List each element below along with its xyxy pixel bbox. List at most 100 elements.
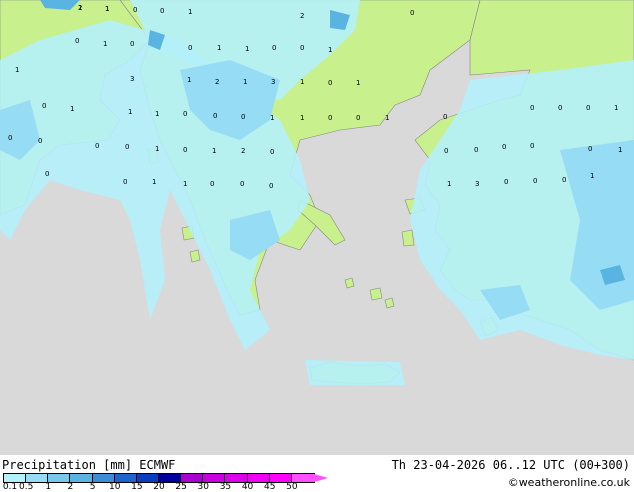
legend-swatch xyxy=(47,473,72,483)
legend-swatch xyxy=(180,473,205,483)
map-value-label: 1 xyxy=(300,78,304,86)
legend-tick-label: 2 xyxy=(67,482,74,492)
map-value-label: 1 xyxy=(212,147,216,155)
precipitation-map: 1 1 0 0 1 2 0 0 1 0 0 1 1 0 0 1 1 3 1 2 1 3 1 0 1 0 1 1 1 0 0 0 1 1 0 0 1 0 0 0… xyxy=(0,0,634,455)
legend-tick-label: 5 xyxy=(89,482,96,492)
map-value-label: 0 xyxy=(328,114,332,122)
legend-swatch xyxy=(290,473,315,483)
map-value-label: 2 xyxy=(78,4,82,12)
land-chios xyxy=(401,229,415,247)
map-value-label: 1 xyxy=(385,114,389,122)
map-value-label: 0 xyxy=(130,40,134,48)
map-value-label: 1 xyxy=(614,104,618,112)
map-value-label: 1 xyxy=(155,145,159,153)
legend-tick-label: 10 xyxy=(108,482,121,492)
map-value-label: 1 xyxy=(245,45,249,53)
map-value-label: 0 xyxy=(270,148,274,156)
map-value-label: 0 xyxy=(444,147,448,155)
map-value-label: 0 xyxy=(562,176,566,184)
legend-tick-label: 0.1 xyxy=(2,482,18,492)
map-value-label: 1 xyxy=(618,146,622,154)
legend-swatch xyxy=(202,473,227,483)
legend-tick-label: 0.5 xyxy=(18,482,34,492)
map-value-label: 0 xyxy=(183,110,187,118)
map-value-label: 0 xyxy=(356,114,360,122)
map-value-label: 1 xyxy=(188,8,192,16)
map-value-label: 1 xyxy=(103,40,107,48)
land-zakynthos xyxy=(189,249,201,263)
map-value-label: 1 xyxy=(187,76,191,84)
legend-arrow xyxy=(314,474,328,482)
map-value-label: 1 xyxy=(447,180,451,188)
map-value-label: 0 xyxy=(125,143,129,151)
land-cyclades2 xyxy=(384,297,395,309)
map-value-label: 0 xyxy=(133,6,137,14)
map-value-label: 0 xyxy=(38,137,42,145)
map-value-label: 3 xyxy=(271,78,275,86)
map-value-label: 2 xyxy=(215,78,219,86)
legend-swatch xyxy=(25,473,50,483)
map-value-label: 0 xyxy=(474,146,478,154)
map-value-label: 0 xyxy=(300,44,304,52)
map-value-label: 0 xyxy=(95,142,99,150)
map-value-label: 0 xyxy=(269,182,273,190)
map-value-label: 0 xyxy=(530,104,534,112)
legend-tick-label: 50 xyxy=(286,482,298,492)
legend-swatch xyxy=(91,473,116,483)
map-value-label: 0 xyxy=(42,102,46,110)
map-value-label: 0 xyxy=(8,134,12,142)
map-value-label: 3 xyxy=(475,180,479,188)
map-svg: 1 1 0 0 1 2 0 0 1 0 0 1 1 0 0 1 1 3 1 2 1 3 1 0 1 0 1 1 1 0 0 0 1 1 0 0 1 0 0 0… xyxy=(0,0,634,385)
map-value-label: 0 xyxy=(210,180,214,188)
credit-link[interactable]: ©weatheronline.co.uk xyxy=(508,476,630,489)
map-value-label: 0 xyxy=(241,113,245,121)
map-value-label: 0 xyxy=(558,104,562,112)
map-value-label: 0 xyxy=(586,104,590,112)
map-value-label: 1 xyxy=(128,108,132,116)
map-value-label: 0 xyxy=(213,112,217,120)
legend-swatch xyxy=(113,473,138,483)
map-value-label: 1 xyxy=(356,79,360,87)
map-value-label: 0 xyxy=(123,178,127,186)
legend-swatch xyxy=(135,473,160,483)
legend-swatch xyxy=(246,473,271,483)
map-value-label: 0 xyxy=(240,180,244,188)
legend-swatch xyxy=(69,473,94,483)
legend-tick-label: 20 xyxy=(153,482,165,492)
map-value-label: 0 xyxy=(443,113,447,121)
map-value-label: 2 xyxy=(300,12,304,20)
map-value-label: 1 xyxy=(105,5,109,13)
map-value-label: 0 xyxy=(45,170,49,178)
map-value-label: 0 xyxy=(160,7,164,15)
map-value-label: 0 xyxy=(588,145,592,153)
map-value-label: 1 xyxy=(270,114,274,122)
map-value-label: 0 xyxy=(272,44,276,52)
map-value-label: 1 xyxy=(155,110,159,118)
map-value-label: 1 xyxy=(243,78,247,86)
map-value-label: 2 xyxy=(241,147,245,155)
map-value-label: 1 xyxy=(328,46,332,54)
map-value-label: 0 xyxy=(502,143,506,151)
precip-light-crete xyxy=(305,360,405,385)
map-value-label: 0 xyxy=(504,178,508,186)
map-value-label: 3 xyxy=(130,75,134,83)
legend-tick-label: 40 xyxy=(241,482,254,492)
map-value-label: 1 xyxy=(590,172,594,180)
legend-swatch xyxy=(268,473,293,483)
map-value-label: 0 xyxy=(183,146,187,154)
footer: Precipitation [mm] ECMWF Th 23-04-2026 0… xyxy=(0,455,634,492)
forecast-datetime: Th 23-04-2026 06..12 UTC (00+300) xyxy=(391,458,630,472)
legend-swatch xyxy=(157,473,183,483)
map-value-label: 0 xyxy=(533,177,537,185)
legend-swatch xyxy=(2,473,28,483)
legend-tick-label: 30 xyxy=(197,482,210,492)
map-value-label: 1 xyxy=(300,114,304,122)
map-value-label: 0 xyxy=(530,142,534,150)
map-value-label: 1 xyxy=(217,44,221,52)
land-naxos xyxy=(369,287,383,301)
map-value-label: 1 xyxy=(152,178,156,186)
map-title: Precipitation [mm] ECMWF xyxy=(2,458,176,472)
legend-swatch xyxy=(224,473,249,483)
map-value-label: 0 xyxy=(328,79,332,87)
legend-tick-label: 25 xyxy=(175,482,187,492)
